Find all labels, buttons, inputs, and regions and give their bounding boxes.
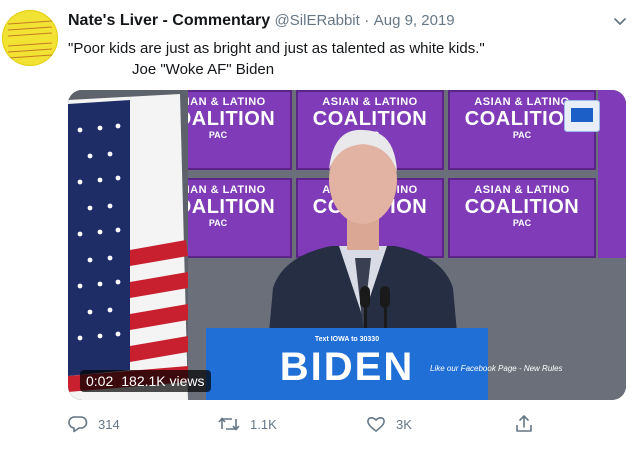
reply-count: 314 [98, 416, 120, 432]
avatar[interactable] [2, 10, 58, 66]
video-meta: 0:02 182.1K views [80, 370, 211, 392]
podium-text: Text IOWA to 30330 [314, 336, 380, 343]
sign-edge [598, 90, 626, 258]
tweet[interactable]: Nate's Liver - Commentary @SilERabbit · … [0, 0, 644, 458]
tweet-actions: 314 1.1K 3K [68, 412, 588, 436]
retweet-button[interactable]: 1.1K [218, 412, 277, 436]
reply-button[interactable]: 314 [68, 412, 120, 436]
share-button[interactable] [514, 412, 544, 436]
like-count: 3K [396, 416, 412, 432]
heart-icon [367, 417, 385, 432]
video-duration: 0:02 [86, 373, 114, 389]
chevron-down-icon[interactable] [608, 12, 632, 32]
tweet-text-line-1: "Poor kids are just as bright and just a… [68, 40, 485, 57]
tweet-text-line-2: Joe "Woke AF" Biden [132, 61, 275, 78]
broadcaster-logo [564, 100, 600, 132]
share-icon [516, 415, 532, 432]
display-name[interactable]: Nate's Liver - Commentary [68, 12, 270, 29]
tweet-header: Nate's Liver - Commentary @SilERabbit · … [68, 12, 455, 34]
video-views: 182.1K views [121, 373, 205, 389]
retweet-count: 1.1K [250, 416, 277, 432]
reply-icon [68, 416, 88, 433]
like-button[interactable]: 3K [366, 412, 412, 436]
user-handle[interactable]: @SilERabbit [275, 12, 360, 29]
microphone-icon [360, 286, 390, 334]
video-caption: Like our Facebook Page - New Rules [430, 364, 563, 373]
american-flag [68, 90, 188, 400]
video-player[interactable]: ASIAN & LATINO COALITION PAC ASIAN & LAT… [68, 90, 626, 400]
tweet-date[interactable]: Aug 9, 2019 [374, 12, 455, 29]
retweet-icon [218, 417, 240, 431]
tweet-text: "Poor kids are just as bright and just a… [68, 38, 628, 80]
separator-dot: · [364, 12, 370, 29]
